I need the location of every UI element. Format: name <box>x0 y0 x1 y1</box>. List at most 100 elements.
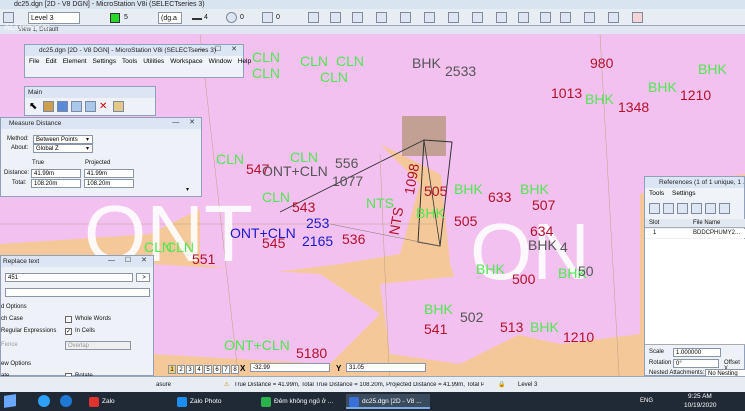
tool-icon-13[interactable] <box>584 12 595 23</box>
map-label: 1348 <box>618 99 650 115</box>
brush-icon[interactable] <box>43 101 54 112</box>
tool-icon-3[interactable] <box>352 12 363 23</box>
measure-icon[interactable] <box>57 101 68 112</box>
transparency-value[interactable]: 0 <box>240 12 244 24</box>
clock-date[interactable]: 10/19/2020 <box>684 402 717 409</box>
method-select[interactable]: Between Points <box>33 135 93 144</box>
map-label: BHK <box>416 205 445 221</box>
tool-icon-12[interactable] <box>560 12 571 23</box>
y-coordinate-field[interactable]: 31.05 <box>346 363 426 372</box>
map-label: 2533 <box>445 63 477 79</box>
lock-icon[interactable]: 🔒 <box>498 381 505 388</box>
main-toolbox-buttons: ⬉ ✕ <box>29 101 124 112</box>
about-select[interactable]: Global Z <box>33 144 93 153</box>
attach-reference-icon[interactable] <box>649 203 660 214</box>
map-label: 505 <box>454 213 478 229</box>
tool-icon-15[interactable] <box>632 12 643 23</box>
start-icon[interactable] <box>4 394 16 408</box>
y-coordinate-label: Y <box>336 364 342 373</box>
line-style-combo[interactable]: (dg.a <box>158 12 182 24</box>
tool-icon-9[interactable] <box>496 12 507 23</box>
measure-dialog-controls[interactable]: — ✕ <box>172 118 199 126</box>
rotation-label: Rotation <box>649 360 672 366</box>
map-label: 500 <box>512 271 536 287</box>
map-label: CLN <box>262 189 291 205</box>
whole-words-checkbox[interactable] <box>65 316 72 323</box>
taskbar-item-zalo[interactable]: Zalo <box>86 394 152 409</box>
tool-icon-2[interactable] <box>330 12 341 23</box>
select-arrow-icon[interactable]: ⬉ <box>29 101 40 112</box>
view-button-2[interactable]: 2 <box>177 365 185 374</box>
browser-icon[interactable] <box>38 395 50 407</box>
move-reference-icon[interactable] <box>691 203 702 214</box>
slot-column-header: Slot <box>649 220 660 226</box>
map-label: BHK <box>530 319 559 335</box>
document-icon <box>261 397 271 407</box>
in-cells-label: In Cells <box>75 328 96 334</box>
tool-icon-4[interactable] <box>376 12 387 23</box>
reload-reference-icon[interactable] <box>677 203 688 214</box>
tool-icon-1[interactable] <box>308 12 319 23</box>
menu-edit[interactable]: Edit <box>45 58 56 65</box>
menu-tools[interactable]: Tools <box>122 58 137 65</box>
method-dropdown-icon[interactable]: ▾ <box>86 136 89 143</box>
map-label: CLN <box>290 149 319 165</box>
view-button-7[interactable]: 7 <box>222 365 230 374</box>
find-options-button[interactable]: > <box>136 273 150 282</box>
priority-value[interactable]: 0 <box>276 12 280 24</box>
menu-window[interactable]: Window <box>209 58 232 65</box>
tool-icon-10[interactable] <box>518 12 529 23</box>
menu-settings[interactable]: Settings <box>93 58 117 65</box>
in-cells-checkbox[interactable]: ✓ <box>65 328 72 335</box>
x-coordinate-field[interactable]: -32.99 <box>250 363 330 372</box>
replace-input[interactable] <box>5 288 150 297</box>
line-weight-value[interactable]: 4 <box>204 12 208 24</box>
taskbar-item-document[interactable]: Đêm không ngủ ở ... <box>258 394 342 409</box>
tool-icon-8[interactable] <box>472 12 483 23</box>
menu-element[interactable]: Element <box>63 58 87 65</box>
view-button-1[interactable]: 1 <box>168 365 176 374</box>
tool-icon-6[interactable] <box>424 12 435 23</box>
delete-icon[interactable]: ✕ <box>99 101 110 112</box>
scale-reference-icon[interactable] <box>705 203 716 214</box>
clock-time[interactable]: 9:25 AM <box>688 393 712 400</box>
taskbar-item-microstation[interactable]: dc25.dgn [2D - V8 ... <box>346 394 430 409</box>
window-controls[interactable]: — ☐ ✕ <box>198 45 241 53</box>
view-button-3[interactable]: 3 <box>186 365 194 374</box>
color-swatch[interactable] <box>110 13 120 23</box>
references-menu-tools[interactable]: Tools <box>649 190 664 197</box>
scale-label: Scale <box>649 349 665 355</box>
view-button-6[interactable]: 6 <box>213 365 221 374</box>
fence-select[interactable]: Overlap <box>65 341 131 350</box>
view-button-8[interactable]: 8 <box>231 365 239 374</box>
references-menu-settings[interactable]: Settings <box>672 190 696 197</box>
expand-arrow-icon[interactable]: ▾ <box>186 186 189 193</box>
tool-icon-5[interactable] <box>400 12 411 23</box>
menu-help[interactable]: Help <box>238 58 251 65</box>
menu-file[interactable]: File <box>29 58 39 65</box>
replace-text-dialog: Replace text — ☐ ✕ 451 > d Options ch Ca… <box>0 255 154 380</box>
scale-icon[interactable] <box>85 101 96 112</box>
fence-icon[interactable] <box>113 101 124 112</box>
edge-icon[interactable] <box>60 395 72 407</box>
scale-input[interactable]: 1.000000 <box>673 348 721 357</box>
view-button-5[interactable]: 5 <box>204 365 212 374</box>
tool-icon-11[interactable] <box>540 12 551 23</box>
view-button-4[interactable]: 4 <box>195 365 203 374</box>
view-buttons: 12345678 <box>168 365 239 374</box>
tool-icon-7[interactable] <box>448 12 459 23</box>
language-indicator[interactable]: ENG <box>640 398 653 404</box>
about-dropdown-icon[interactable]: ▾ <box>86 145 89 152</box>
copy-icon[interactable] <box>71 101 82 112</box>
replace-dialog-controls[interactable]: — ☐ ✕ <box>108 256 151 264</box>
rotation-input[interactable]: 0° <box>673 359 719 368</box>
menu-utilities[interactable]: Utilities <box>143 58 164 65</box>
table-row[interactable]: 1 BDDCPHUMY2... <box>645 229 745 238</box>
tool-icon-14[interactable] <box>608 12 619 23</box>
taskbar-item-zalo-photo[interactable]: Zalo Photo <box>174 394 254 409</box>
map-label: 556 <box>335 155 359 171</box>
detach-reference-icon[interactable] <box>663 203 674 214</box>
rotate-reference-icon[interactable] <box>719 203 730 214</box>
find-input[interactable]: 451 <box>5 273 133 282</box>
menu-workspace[interactable]: Workspace <box>170 58 202 65</box>
